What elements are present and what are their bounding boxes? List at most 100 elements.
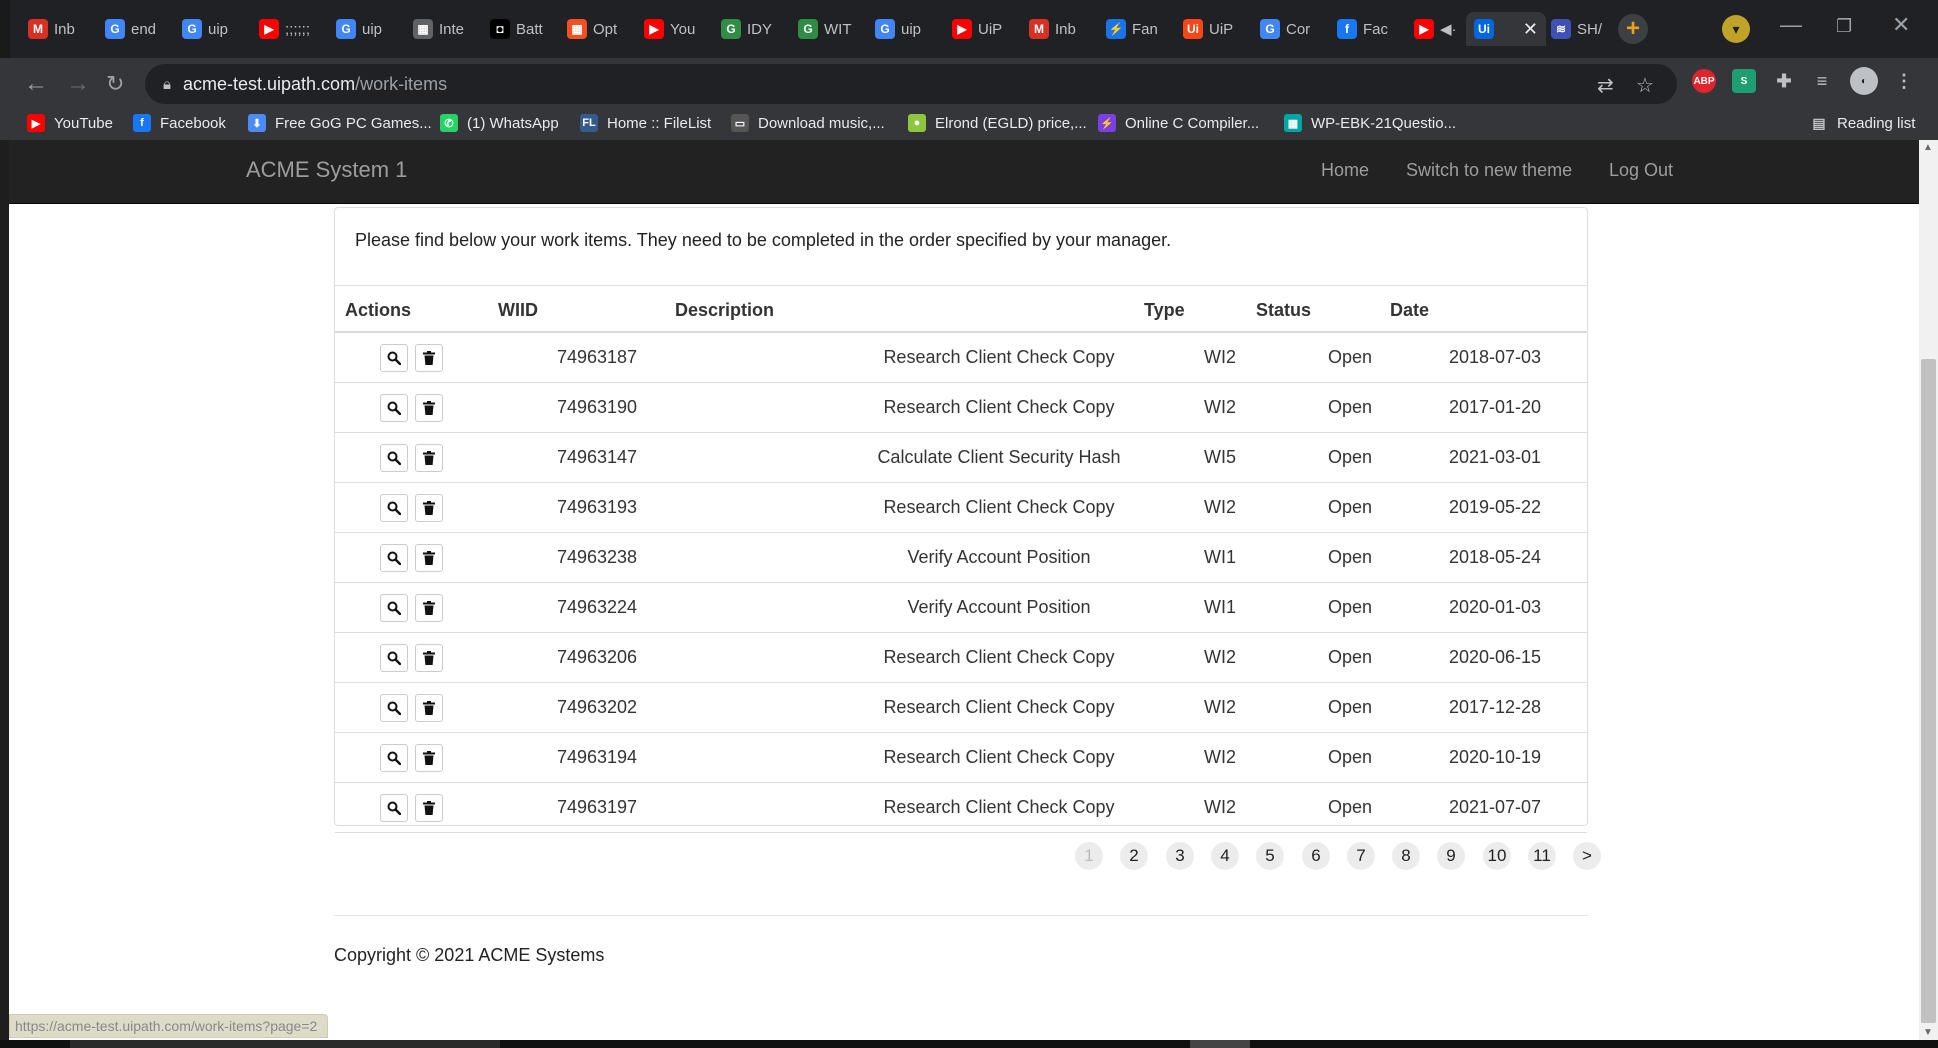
bookmark-item[interactable]: f Facebook [133, 114, 226, 132]
puzzle-extensions-icon[interactable]: ✚ [1772, 69, 1796, 93]
maximize-icon[interactable]: ❐ [1836, 16, 1852, 37]
bookmark-item[interactable]: ⬇ Free GoG PC Games... [248, 114, 432, 132]
browser-tab[interactable]: Guip [174, 12, 249, 46]
close-tab-icon[interactable]: ✕ [1523, 19, 1538, 40]
cell-date: 2020-01-03 [1448, 597, 1542, 617]
page-link[interactable]: 9 [1437, 842, 1465, 870]
page-link[interactable]: 4 [1211, 842, 1239, 870]
next-page-button[interactable]: > [1573, 842, 1601, 870]
browser-tab[interactable]: ▶ You [636, 12, 711, 46]
bookmark-item[interactable]: ⚡ Online C Compiler... [1098, 114, 1259, 132]
scrollbar-thumb[interactable] [1921, 359, 1936, 1023]
delete-item-button[interactable] [415, 494, 443, 522]
brand-title[interactable]: ACME System 1 [246, 157, 407, 183]
page-link[interactable]: 2 [1120, 842, 1148, 870]
menu-kebab-icon[interactable]: ⋮ [1892, 69, 1916, 93]
bookmark-item[interactable]: ▶ YouTube [27, 114, 113, 132]
nav-switch-theme-link[interactable]: Switch to new theme [1406, 160, 1572, 181]
browser-toolbar: ← → ↻ 🔒︎ acme-test.uipath.com/work-items… [0, 58, 1938, 110]
address-url[interactable]: acme-test.uipath.com/work-items [183, 74, 447, 95]
extension-s-icon[interactable]: S [1732, 69, 1756, 93]
trash-icon [423, 601, 435, 615]
taskbar-app[interactable] [1190, 1040, 1250, 1048]
delete-item-button[interactable] [415, 594, 443, 622]
delete-item-button[interactable] [415, 644, 443, 672]
view-item-button[interactable] [380, 794, 408, 822]
page-link[interactable]: 7 [1347, 842, 1375, 870]
view-item-button[interactable] [380, 594, 408, 622]
view-item-button[interactable] [380, 544, 408, 572]
cell-date: 2018-07-03 [1448, 347, 1542, 367]
page-link[interactable]: 5 [1256, 842, 1284, 870]
media-control-icon[interactable]: ≡ [1810, 69, 1834, 93]
view-item-button[interactable] [380, 444, 408, 472]
scroll-up-arrow-icon[interactable]: ▲ [1923, 142, 1933, 153]
view-item-button[interactable] [380, 744, 408, 772]
minimize-icon[interactable]: — [1780, 12, 1802, 38]
page-link[interactable]: 11 [1528, 842, 1556, 870]
bookmark-item[interactable]: ▭ Download music,... [731, 114, 885, 132]
browser-tab[interactable]: ▦ Inte [405, 12, 480, 46]
cell-status: Open [1327, 397, 1373, 417]
browser-tab[interactable]: M Inb [20, 12, 95, 46]
page-current[interactable]: 1 [1075, 842, 1103, 870]
reload-icon[interactable]: ↻ [106, 71, 124, 97]
bookmark-item[interactable]: FL Home :: FileList [580, 114, 711, 132]
page-link[interactable]: 6 [1302, 842, 1330, 870]
scroll-down-arrow-icon[interactable]: ▼ [1923, 1027, 1933, 1038]
delete-item-button[interactable] [415, 794, 443, 822]
cell-date: 2021-03-01 [1448, 447, 1542, 467]
page-scrollbar[interactable]: ▲ ▼ [1919, 140, 1938, 1040]
delete-item-button[interactable] [415, 344, 443, 372]
bookmark-item[interactable]: ▦ WP-EBK-21Questio... [1284, 114, 1456, 132]
tab-search-icon[interactable]: ▾ [1722, 15, 1750, 43]
browser-tab[interactable]: ▶;;;;;; [251, 12, 326, 46]
adblock-icon[interactable]: ABP [1692, 69, 1716, 93]
browser-tab[interactable]: f Fac [1329, 12, 1404, 46]
profile-avatar[interactable]: ◐ [1850, 67, 1878, 95]
back-arrow-icon[interactable]: ← [24, 70, 48, 98]
browser-tab[interactable]: ▶ UiP [944, 12, 1019, 46]
delete-item-button[interactable] [415, 394, 443, 422]
view-item-button[interactable] [380, 694, 408, 722]
taskbar-app[interactable] [70, 1040, 500, 1048]
browser-tab[interactable]: Ui UiP [1175, 12, 1250, 46]
page-link[interactable]: 8 [1392, 842, 1420, 870]
address-bar[interactable]: 🔒︎ acme-test.uipath.com/work-items ⇄ ☆ [145, 64, 1677, 104]
magnifier-icon [387, 551, 401, 565]
translate-icon[interactable]: ⇄ [1597, 73, 1614, 98]
reading-list-button[interactable]: ▤ Reading list [1810, 114, 1915, 132]
browser-tab[interactable]: M Inb [1021, 12, 1096, 46]
page-link[interactable]: 10 [1483, 842, 1511, 870]
browser-tab[interactable]: Gend [97, 12, 172, 46]
browser-tab[interactable]: G Cor [1252, 12, 1327, 46]
view-item-button[interactable] [380, 344, 408, 372]
close-window-icon[interactable]: ✕ [1892, 12, 1910, 38]
browser-tab[interactable]: G WIT [790, 12, 865, 46]
delete-item-button[interactable] [415, 744, 443, 772]
browser-tab[interactable]: ≋ SH/ [1543, 12, 1618, 46]
forward-arrow-icon[interactable]: → [66, 70, 90, 98]
page-link[interactable]: 3 [1166, 842, 1194, 870]
delete-item-button[interactable] [415, 694, 443, 722]
browser-tab[interactable]: Guip [328, 12, 403, 46]
browser-tab[interactable]: Ui ✕ [1466, 12, 1546, 46]
delete-item-button[interactable] [415, 544, 443, 572]
google-icon: G [875, 19, 895, 39]
browser-tab[interactable]: Guip [867, 12, 942, 46]
view-item-button[interactable] [380, 394, 408, 422]
browser-tab[interactable]: ◘ Batt [482, 12, 557, 46]
nav-home-link[interactable]: Home [1321, 160, 1369, 181]
nav-logout-link[interactable]: Log Out [1609, 160, 1673, 181]
browser-tab[interactable]: ▦ Opt [559, 12, 634, 46]
browser-tab[interactable]: ⚡ Fan [1098, 12, 1173, 46]
new-tab-button[interactable]: + [1618, 14, 1648, 44]
bookmark-star-icon[interactable]: ☆ [1636, 73, 1654, 98]
table-row: 74963190 Research Client Check Copy WI2 Ope… [335, 383, 1587, 433]
bookmark-item[interactable]: ✆ (1) WhatsApp [440, 114, 559, 132]
delete-item-button[interactable] [415, 444, 443, 472]
view-item-button[interactable] [380, 644, 408, 672]
bookmark-item[interactable]: ● Elrond (EGLD) price,... [908, 114, 1087, 132]
view-item-button[interactable] [380, 494, 408, 522]
browser-tab[interactable]: G IDY [713, 12, 788, 46]
